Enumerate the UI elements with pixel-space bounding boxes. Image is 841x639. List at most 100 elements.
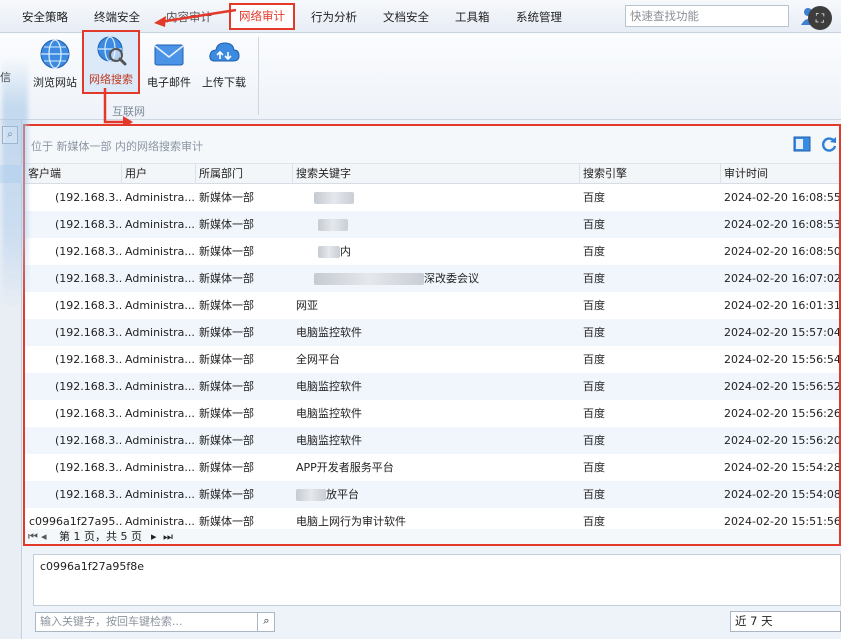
redacted-text — [318, 219, 348, 231]
cell-dept: 新媒体一部 — [199, 488, 254, 501]
cell-client: (192.168.3... — [55, 488, 122, 501]
col-search-engine[interactable]: 搜索引擎 — [580, 164, 721, 184]
table-row[interactable]: (192.168.3... Administra... 新媒体一部 放平台 百度 2024… — [25, 481, 839, 508]
col-audit-time[interactable]: 审计时间 — [721, 164, 839, 184]
cell-client: (192.168.3... — [55, 299, 122, 312]
cell-time: 2024-02-20 16:07:02 — [724, 272, 839, 285]
table-row[interactable]: (192.168.3... Administra... 新媒体一部 电脑监控软件 百度 2… — [25, 400, 839, 427]
menu-terminal-security[interactable]: 终端安全 — [94, 6, 140, 28]
expand-screenshot-button[interactable]: ⛶ — [808, 6, 832, 30]
refresh-icon[interactable] — [820, 136, 838, 152]
menu-security-policy[interactable]: 安全策略 — [22, 6, 68, 28]
last-page-icon[interactable]: ⏭ — [163, 529, 173, 544]
table-row[interactable]: (192.168.3... Administra... 新媒体一部 APP开发者服务平… — [25, 454, 839, 481]
table-row[interactable]: c0996a1f27a95... Administra... 新媒体一部 电脑上网行为… — [25, 508, 839, 529]
upload-download-button[interactable]: 上传下载 — [197, 35, 251, 93]
table-row[interactable]: (192.168.3... Administra... 新媒体一部 百度 2024-02… — [25, 184, 839, 211]
location-bar: 位于 新媒体一部 内的网络搜索审计 — [25, 126, 839, 164]
prev-page-icon[interactable]: ◂ — [41, 529, 47, 544]
cell-user: Administra... — [125, 191, 195, 204]
cell-engine: 百度 — [583, 218, 605, 231]
page-info: 第 1 页，共 5 页 — [59, 530, 142, 543]
table-row[interactable]: (192.168.3... Administra... 新媒体一部 全网平台 百度 202… — [25, 346, 839, 373]
cell-engine: 百度 — [583, 488, 605, 501]
cell-dept: 新媒体一部 — [199, 299, 254, 312]
cell-keyword: 网亚 — [296, 299, 318, 312]
table-row[interactable]: (192.168.3... Administra... 新媒体一部 深改委会议 百度 20… — [25, 265, 839, 292]
cell-user: Administra... — [125, 515, 195, 528]
globe-icon — [40, 39, 70, 69]
col-department[interactable]: 所属部门 — [196, 164, 293, 184]
redacted-text — [296, 489, 326, 501]
column-layout-icon[interactable] — [793, 136, 811, 152]
table-row[interactable]: (192.168.3... Administra... 新媒体一部 电脑监控软件 百度 2… — [25, 427, 839, 454]
detail-panel: c0996a1f27a95f8e — [33, 554, 841, 606]
cell-user: Administra... — [125, 272, 195, 285]
cell-engine: 百度 — [583, 515, 605, 528]
first-page-icon[interactable]: ⏮ — [28, 529, 38, 544]
menu-toolbox[interactable]: 工具箱 — [455, 6, 490, 28]
menu-behavior-analysis[interactable]: 行为分析 — [311, 6, 357, 28]
grid-header: 客户端 用户 所属部门 搜索关键字 搜索引擎 审计时间 — [25, 164, 839, 184]
cell-user: Administra... — [125, 245, 195, 258]
time-range-select[interactable]: 近 7 天 — [730, 611, 841, 632]
cell-time: 2024-02-20 15:56:52 — [724, 380, 839, 393]
network-search-button[interactable]: 网络搜索 — [82, 30, 140, 94]
table-row[interactable]: (192.168.3... Administra... 新媒体一部 电脑监控软件 百度 2… — [25, 319, 839, 346]
keyword-search-input[interactable]: 输入关键字，按回车键检索... — [35, 612, 275, 632]
menu-document-security[interactable]: 文档安全 — [383, 6, 429, 28]
cell-keyword: 内 — [296, 238, 578, 265]
cell-keyword — [296, 184, 578, 211]
detail-text: c0996a1f27a95f8e — [40, 560, 145, 573]
cell-keyword: 电脑监控软件 — [296, 380, 362, 393]
cell-engine: 百度 — [583, 272, 605, 285]
cell-dept: 新媒体一部 — [199, 380, 254, 393]
col-client[interactable]: 客户端 — [25, 164, 122, 184]
cell-user: Administra... — [125, 488, 195, 501]
top-menu-bar: 安全策略 终端安全 内容审计 网络审计 行为分析 文档安全 工具箱 系统管理 快… — [0, 0, 841, 33]
cell-user: Administra... — [125, 218, 195, 231]
cell-dept: 新媒体一部 — [199, 434, 254, 447]
cell-user: Administra... — [125, 326, 195, 339]
cell-dept: 新媒体一部 — [199, 461, 254, 474]
grid-body: (192.168.3... Administra... 新媒体一部 百度 2024-02… — [25, 184, 839, 529]
cell-user: Administra... — [125, 407, 195, 420]
cell-time: 2024-02-20 15:51:56 — [724, 515, 839, 528]
email-button[interactable]: 电子邮件 — [142, 35, 196, 93]
cell-dept: 新媒体一部 — [199, 326, 254, 339]
pager: ⏮ ◂ 第 1 页，共 5 页 ▸ ⏭ — [25, 529, 839, 544]
menu-system-management[interactable]: 系统管理 — [516, 6, 562, 28]
cell-client: c0996a1f27a95... — [29, 515, 122, 528]
keyword-search-icon[interactable]: ⌕ — [257, 612, 275, 632]
cell-keyword: 全网平台 — [296, 353, 340, 366]
table-row[interactable]: (192.168.3... Administra... 新媒体一部 网亚 百度 2024-… — [25, 292, 839, 319]
cell-dept: 新媒体一部 — [199, 353, 254, 366]
globe-search-icon — [97, 36, 127, 66]
table-row[interactable]: (192.168.3... Administra... 新媒体一部 电脑监控软件 百度 2… — [25, 373, 839, 400]
cell-keyword: 电脑上网行为审计软件 — [296, 515, 406, 528]
col-keyword[interactable]: 搜索关键字 — [293, 164, 580, 184]
cell-user: Administra... — [125, 380, 195, 393]
cell-engine: 百度 — [583, 461, 605, 474]
cell-time: 2024-02-20 16:08:50 — [724, 245, 839, 258]
table-row[interactable]: (192.168.3... Administra... 新媒体一部 内 百度 2024-0… — [25, 238, 839, 265]
quick-search-input[interactable]: 快速查找功能 — [625, 5, 789, 27]
cell-engine: 百度 — [583, 380, 605, 393]
cell-engine: 百度 — [583, 299, 605, 312]
table-row[interactable]: (192.168.3... Administra... 新媒体一部 百度 2024-02… — [25, 211, 839, 238]
cell-client: (192.168.3... — [55, 245, 122, 258]
browse-websites-button[interactable]: 浏览网站 — [28, 35, 82, 93]
network-search-label: 网络搜索 — [89, 73, 133, 86]
cell-time: 2024-02-20 15:56:54 — [724, 353, 839, 366]
envelope-icon — [154, 44, 184, 66]
cell-dept: 新媒体一部 — [199, 191, 254, 204]
col-user[interactable]: 用户 — [122, 164, 196, 184]
keyword-text: 内 — [340, 245, 351, 258]
cell-client: (192.168.3... — [55, 407, 122, 420]
next-page-icon[interactable]: ▸ — [151, 529, 157, 544]
browse-websites-label: 浏览网站 — [33, 76, 77, 89]
redacted-text — [314, 273, 424, 285]
cell-user: Administra... — [125, 353, 195, 366]
cell-time: 2024-02-20 16:08:53 — [724, 218, 839, 231]
cell-dept: 新媒体一部 — [199, 515, 254, 528]
